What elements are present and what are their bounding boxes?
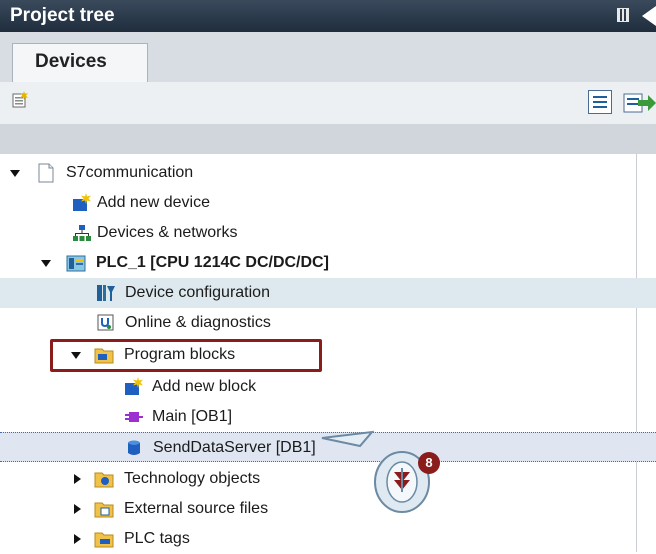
tree-item-plc-tags[interactable]: PLC tags <box>0 524 636 554</box>
expand-arrow-icon[interactable] <box>10 170 20 177</box>
export-icon[interactable] <box>622 90 656 116</box>
collapse-arrow-icon[interactable] <box>642 6 656 26</box>
tree-item-label: Add new device <box>97 194 210 211</box>
folder-icon <box>94 472 114 488</box>
db-block-icon <box>128 440 140 455</box>
toolbar <box>0 82 656 124</box>
tree-item-devices-networks[interactable]: Devices & networks <box>0 218 636 248</box>
tree-item-label: Add new block <box>152 378 257 395</box>
panel-titlebar: Project tree <box>0 0 656 32</box>
step-badge: 8 <box>418 452 440 474</box>
minimize-pane-icon[interactable] <box>617 8 629 22</box>
online-diagnostics-icon <box>97 314 114 331</box>
device-config-icon <box>97 285 115 301</box>
drag-pointer-icon <box>321 430 430 513</box>
highlight-box <box>50 339 322 372</box>
tree-item-label: PLC tags <box>124 530 190 547</box>
tree-item-device-configuration[interactable]: Device configuration <box>0 278 656 308</box>
column-divider <box>636 154 637 552</box>
tree-item-plc[interactable]: PLC_1 [CPU 1214C DC/DC/DC] <box>0 248 636 278</box>
expand-arrow-icon[interactable] <box>74 504 81 514</box>
panel-title: Project tree <box>10 5 115 26</box>
tree-item-label: S7communication <box>66 164 194 181</box>
expand-arrow-icon[interactable] <box>74 474 81 484</box>
tree-item-add-new-device[interactable]: Add new device <box>0 188 636 218</box>
folder-icon <box>94 532 114 548</box>
tree-item-online-diagnostics[interactable]: Online & diagnostics <box>0 308 636 338</box>
tree-item-external-source-files[interactable]: External source files <box>0 494 636 524</box>
tree-item-label: Main [OB1] <box>152 408 233 425</box>
tree-item-label: SendDataServer [DB1] <box>153 439 316 456</box>
tab-devices[interactable]: Devices <box>12 43 148 83</box>
tree-item-main-ob1[interactable]: Main [OB1] <box>0 402 636 432</box>
plc-icon <box>66 255 86 272</box>
column-header-strip <box>0 124 656 154</box>
tab-bar: Devices <box>0 32 656 83</box>
overview-view-icon[interactable] <box>588 90 612 114</box>
tree-item-label: External source files <box>124 500 269 517</box>
tree-item-label: Online & diagnostics <box>125 314 271 331</box>
folder-icon <box>94 502 114 518</box>
tree-item-label: PLC_1 [CPU 1214C DC/DC/DC] <box>96 254 329 271</box>
tree-item-project[interactable]: S7communication <box>0 158 636 188</box>
add-device-icon <box>73 193 91 211</box>
tree-item-label: Device configuration <box>125 284 270 301</box>
tree-item-label: Technology objects <box>124 470 261 487</box>
add-block-icon <box>125 377 143 395</box>
tree-item-label: Devices & networks <box>97 224 238 241</box>
new-object-icon[interactable] <box>10 90 30 110</box>
expand-arrow-icon[interactable] <box>41 260 51 267</box>
project-icon <box>38 163 54 183</box>
expand-arrow-icon[interactable] <box>74 534 81 544</box>
ob-block-icon <box>125 412 143 422</box>
tree-item-technology-objects[interactable]: Technology objects <box>0 464 636 494</box>
tree-item-add-new-block[interactable]: Add new block <box>0 372 636 402</box>
network-icon <box>73 225 91 241</box>
